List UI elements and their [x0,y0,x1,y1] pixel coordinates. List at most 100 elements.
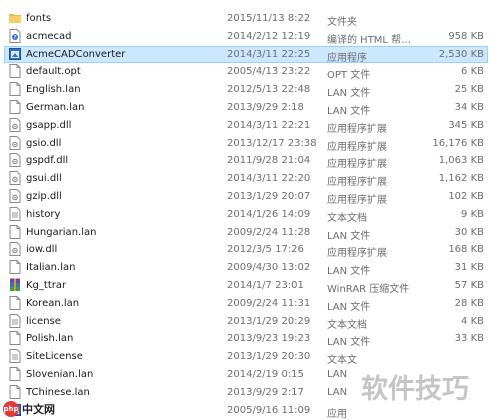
file-date: 2014/3/11 22:25 [227,48,311,60]
svg-text:?: ? [14,35,17,41]
file-row[interactable]: fonts 2015/11/13 8:22 文件夹 [0,10,490,28]
dll-icon [9,135,21,150]
file-name: English.lan [26,84,81,96]
file-type: LAN 文件 [327,301,371,313]
file-size: 958 KB [448,30,484,42]
file-size: 1,063 KB [438,155,484,167]
file-row[interactable]: Hungarian.lan 2009/2/24 11:28 LAN 文件 30 KB [0,224,490,242]
file-icon [9,384,21,399]
file-row[interactable]: gsapp.dll 2014/3/11 22:21 应用程序扩展 345 KB [0,117,490,135]
dll-icon [9,153,21,168]
file-size: 4 KB [461,315,484,327]
file-size: 1,162 KB [438,173,484,185]
file-date: 2013/9/29 2:17 [227,386,304,398]
file-date: 2012/5/13 22:48 [227,84,311,96]
file-date: 2012/3/5 17:26 [227,244,304,256]
file-row[interactable]: default.opt 2005/4/13 23:22 OPT 文件 6 KB [0,63,490,81]
file-type: 应用程序扩展 [327,141,387,153]
file-date: 2014/2/19 0:15 [227,369,304,380]
file-type: LAN 文件 [327,88,371,100]
file-icon [9,295,21,310]
file-row[interactable]: Korean.lan 2009/2/24 11:31 LAN 文件 28 KB [0,295,490,313]
file-row[interactable]: Kg_ttrar 2014/1/7 23:01 WinRAR 压缩文件 57 KB [0,277,490,295]
file-row[interactable]: German.lan 2013/9/29 2:18 LAN 文件 34 KB [0,99,490,117]
file-size: 25 KB [454,84,484,96]
file-row[interactable]: gsio.dll 2013/12/17 23:38 应用程序扩展 16,176 KB [0,135,490,153]
file-date: 2014/1/7 23:01 [227,280,304,291]
file-name: AcmeCADConverter [26,48,126,60]
app-icon [9,47,21,61]
file-icon [9,82,21,97]
file-row[interactable]: iow.dll 2012/3/5 17:26 应用程序扩展 168 KB [0,241,490,260]
file-type: 文件夹 [327,17,357,28]
file-row[interactable]: gzip.dll 2013/1/29 20:07 应用程序扩展 102 KB [0,188,490,206]
file-icon [9,367,21,381]
file-name: TChinese.lan [26,386,90,398]
file-date: 2011/9/28 21:04 [227,155,311,167]
watermark-text: 软件技巧 [361,374,469,405]
file-type: 应用程序扩展 [327,177,387,189]
file-name: Italian.lan [26,262,76,274]
file-name: history [26,208,61,220]
file-date: 2013/9/23 19:23 [227,333,311,345]
file-name: gsui.dll [26,173,62,185]
file-date: 2005/9/16 11:09 [227,404,311,416]
dll-icon [9,189,21,203]
file-size: 102 KB [448,191,484,202]
file-size: 9 KB [461,208,484,220]
file-icon [9,260,21,275]
file-name: gspdf.dll [26,155,69,167]
chm-help-icon: ? [9,28,21,43]
file-row[interactable]: Polish.lan 2013/9/23 19:23 LAN 文件 33 KB [0,330,490,349]
file-name: gzip.dll [26,191,62,202]
dll-icon [9,117,21,132]
file-date: 2013/1/29 20:29 [227,315,311,327]
file-type: LAN 文件 [327,337,371,349]
file-type: 文本文档 [327,319,367,331]
file-name: gsapp.dll [26,119,72,131]
file-row[interactable]: AcmeCADConverter 2014/3/11 22:25 应用程序 2,530… [0,45,490,64]
file-name: Slovenian.lan [26,369,94,380]
file-date: 2013/9/29 2:18 [227,102,304,113]
file-date: 2013/1/29 20:30 [227,351,311,363]
folder-icon [9,11,21,25]
file-date: 2014/3/11 22:20 [227,173,311,185]
file-row[interactable]: history 2014/1/26 14:09 文本文档 9 KB [0,206,490,224]
file-type: 文本文档 [327,212,367,224]
file-name: Hungarian.lan [26,226,97,238]
file-type: 文本文 [327,355,357,367]
file-row[interactable]: English.lan 2012/5/13 22:48 LAN 文件 25 KB [0,81,490,100]
file-date: 2005/4/13 23:22 [227,66,311,78]
file-date: 2014/2/12 12:19 [227,30,311,42]
file-row[interactable]: SiteLicense 2013/1/29 20:30 文本文 [0,348,490,367]
file-row[interactable]: license 2013/1/29 20:29 文本文档 4 KB [0,313,490,331]
file-row[interactable]: Italian.lan 2009/4/30 13:02 LAN 文件 31 KB [0,259,490,277]
file-row[interactable]: ? acmecad 2014/2/12 12:19 编译的 HTML 帮… 958 KB [0,28,490,46]
file-type: 应用程序扩展 [327,123,387,135]
file-size: 6 KB [461,66,484,78]
file-date: 2013/1/29 20:07 [227,191,311,202]
file-row[interactable]: gsui.dll 2014/3/11 22:20 应用程序扩展 1,162 KB [0,170,490,189]
file-icon [9,100,21,114]
file-type: 应用程序扩展 [327,248,387,260]
file-name: German.lan [26,102,85,113]
file-name: SiteLicense [26,351,83,363]
file-date: 2009/2/24 11:31 [227,297,311,309]
file-size: 33 KB [454,333,484,345]
file-type: 编译的 HTML 帮… [327,34,412,46]
file-name: acmecad [26,30,72,42]
file-row[interactable]: gspdf.dll 2011/9/28 21:04 应用程序扩展 1,063 KB [0,152,490,170]
file-icon [9,331,21,346]
logo-badge: php [3,401,19,417]
file-list: fonts 2015/11/13 8:22 文件夹? acmecad 2014/2/12… [0,0,500,420]
file-name: license [26,315,61,327]
file-date: 2009/2/24 11:28 [227,226,311,238]
file-name: Kg_ttrar [26,280,67,291]
file-size: 30 KB [454,226,484,238]
file-name: default.opt [26,66,81,78]
text-file-icon [9,206,21,221]
file-size: 345 KB [448,119,484,131]
file-date: 2014/3/11 22:21 [227,119,311,131]
dll-icon [9,242,21,257]
file-type: 应用程序扩展 [327,195,387,206]
